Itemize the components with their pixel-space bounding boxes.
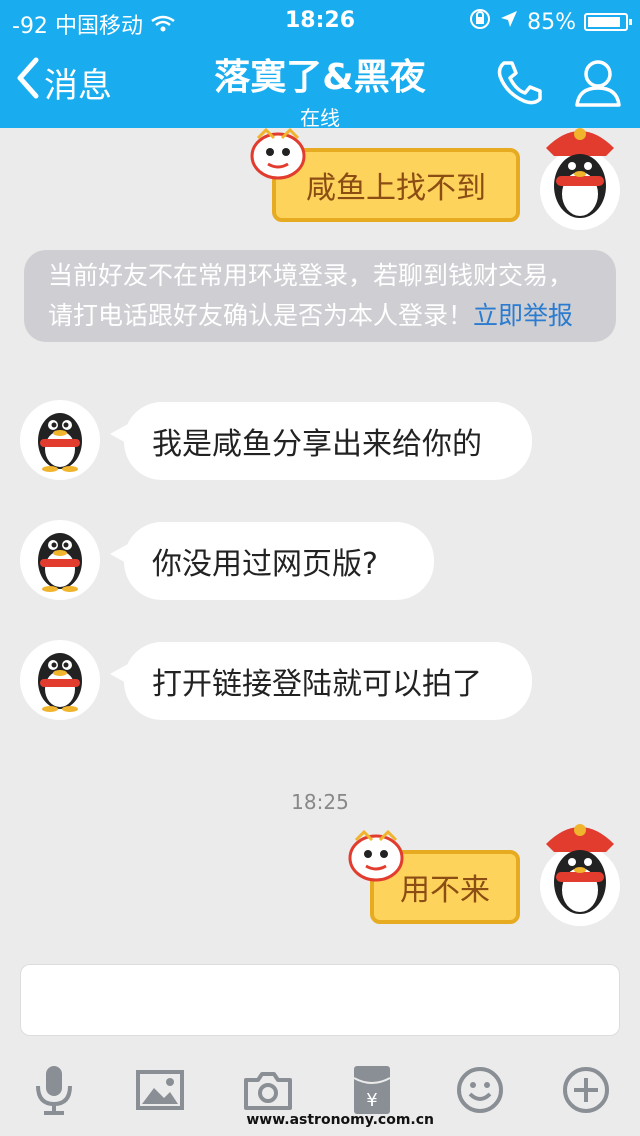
message-input[interactable] [20, 964, 620, 1036]
message-bubble-left[interactable]: 我是咸鱼分享出来给你的 [110, 402, 532, 480]
notice-line-2: 请打电话跟好友确认是否为本人登录！ [48, 301, 474, 330]
message-text: 咸鱼上找不到 [306, 171, 486, 206]
self-avatar[interactable] [540, 824, 620, 926]
contact-avatar[interactable] [20, 640, 100, 720]
penguin-avatar-icon [30, 403, 90, 477]
status-right-group: 85% [469, 8, 632, 36]
penguin-lion-avatar-icon [532, 128, 628, 232]
contact-avatar[interactable] [20, 400, 100, 480]
more-button[interactable] [558, 1064, 614, 1120]
svg-text:¥: ¥ [366, 1090, 377, 1111]
security-notice: 当前好友不在常用环境登录，若聊到钱财交易， 请打电话跟好友确认是否为本人登录！立… [24, 250, 616, 342]
notice-line-1: 当前好友不在常用环境登录，若聊到钱财交易， [48, 261, 574, 290]
penguin-avatar-icon [30, 643, 90, 717]
back-button[interactable]: 消息 [14, 56, 112, 109]
emoji-button[interactable] [452, 1064, 508, 1120]
image-icon [136, 1070, 184, 1114]
message-bubble-left[interactable]: 你没用过网页版? [110, 522, 434, 600]
battery-icon [584, 13, 632, 31]
chevron-left-icon [14, 56, 40, 109]
message-text: 我是咸鱼分享出来给你的 [152, 427, 482, 462]
emoji-icon [456, 1066, 504, 1118]
lion-dance-sticker-icon [348, 829, 404, 886]
camera-icon [244, 1070, 292, 1114]
message-bubble-right[interactable]: 咸鱼上找不到 [272, 148, 520, 222]
message-text: 打开链接登陆就可以拍了 [152, 667, 482, 702]
report-link[interactable]: 立即举报 [473, 301, 573, 330]
orientation-lock-icon [469, 8, 491, 36]
phone-icon [494, 61, 544, 112]
message-text: 你没用过网页版? [152, 547, 378, 582]
input-toolbar: ¥ www.astronomy.com.cn [0, 1050, 640, 1136]
plus-icon [562, 1066, 610, 1118]
penguin-avatar-icon [30, 523, 90, 597]
back-label: 消息 [44, 66, 112, 106]
location-icon [499, 9, 519, 35]
photo-button[interactable] [132, 1064, 188, 1120]
status-bar: -92 中国移动 18:26 85% [0, 0, 640, 40]
notice-line-2-group: 请打电话跟好友确认是否为本人登录！立即举报 [48, 296, 592, 336]
lion-dance-sticker-icon [250, 127, 306, 184]
chat-header: -92 中国移动 18:26 85% 消息 落寞了&黑夜 在线 [0, 0, 640, 130]
penguin-lion-avatar-icon [532, 824, 628, 928]
phone-call-button[interactable] [494, 58, 544, 112]
profile-button[interactable] [574, 58, 622, 112]
watermark: www.astronomy.com.cn [246, 1112, 434, 1128]
message-bubble-left[interactable]: 打开链接登陆就可以拍了 [110, 642, 532, 720]
contact-avatar[interactable] [20, 520, 100, 600]
microphone-icon [34, 1064, 74, 1120]
message-text: 用不来 [400, 873, 490, 908]
message-timestamp: 18:25 [291, 790, 349, 814]
self-avatar[interactable] [540, 128, 620, 230]
battery-percent: 85% [527, 9, 576, 35]
person-icon [574, 60, 622, 112]
voice-button[interactable] [26, 1064, 82, 1120]
